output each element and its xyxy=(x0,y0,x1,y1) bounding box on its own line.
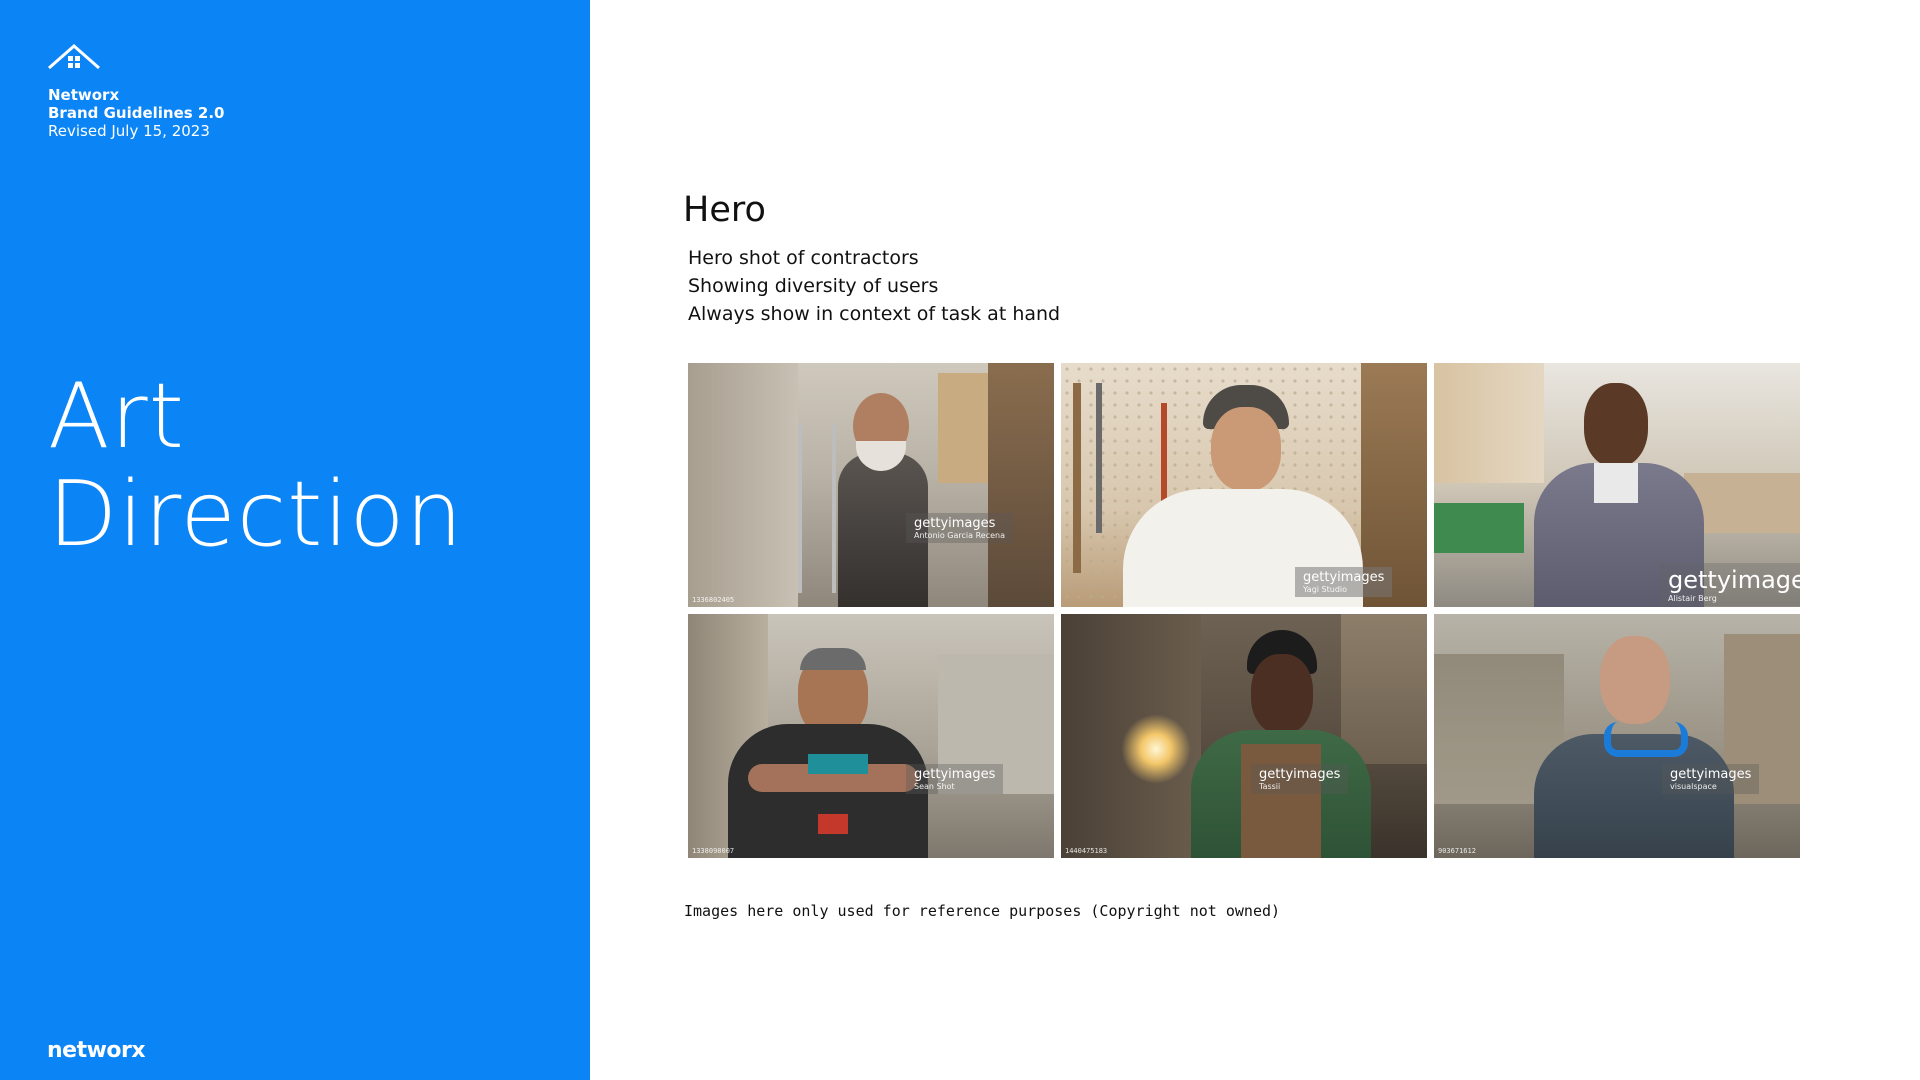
page-title: Art Direction xyxy=(48,368,464,564)
getty-watermark: gettyimages Antonio Garcia Recena xyxy=(906,513,1013,543)
guideline-item: Showing diversity of users xyxy=(688,275,939,297)
slide: Networx Brand Guidelines 2.0 Revised Jul… xyxy=(0,0,1920,1080)
getty-watermark: gettyimages Sean Shot xyxy=(906,764,1004,794)
doc-title: Brand Guidelines 2.0 xyxy=(48,104,225,122)
revision-date: Revised July 15, 2023 xyxy=(48,122,210,140)
photo-id: 903671612 xyxy=(1438,847,1476,855)
section-title: Hero xyxy=(683,190,766,230)
photo-id: 1336802405 xyxy=(692,596,735,604)
photo-contractor-3: gettyimages Alistair Berg xyxy=(1434,363,1800,607)
photo-contractor-6: gettyimages visualspace 903671612 xyxy=(1434,614,1800,858)
guideline-list: Hero shot of contractors Showing diversi… xyxy=(688,244,1813,328)
house-logo-icon xyxy=(48,44,100,70)
guideline-item: Hero shot of contractors xyxy=(688,247,919,269)
brand-name: Networx xyxy=(48,86,120,104)
sidebar-panel: Networx Brand Guidelines 2.0 Revised Jul… xyxy=(0,0,590,1080)
page-title-line-2: Direction xyxy=(48,462,464,567)
main-content: Hero Hero shot of contractors Showing di… xyxy=(683,190,1813,328)
photo-contractor-2: gettyimages Yagi Studio xyxy=(1061,363,1427,607)
guideline-item: Always show in context of task at hand xyxy=(688,303,1061,325)
photo-id: 1440475183 xyxy=(1065,847,1108,855)
copyright-footnote: Images here only used for reference purp… xyxy=(684,902,1281,920)
getty-watermark: gettyimages visualspace xyxy=(1662,764,1760,794)
getty-watermark: gettyimages Yagi Studio xyxy=(1295,567,1393,597)
page-title-line-1: Art xyxy=(48,364,185,469)
getty-watermark: gettyimages Alistair Berg xyxy=(1660,563,1800,606)
doc-header: Networx Brand Guidelines 2.0 Revised Jul… xyxy=(48,86,225,140)
photo-contractor-1: gettyimages Antonio Garcia Recena 133680… xyxy=(688,363,1054,607)
getty-watermark: gettyimages Tassii xyxy=(1251,764,1349,794)
networx-wordmark: networx xyxy=(47,1038,146,1063)
photo-id: 1338098007 xyxy=(692,847,735,855)
photo-contractor-4: gettyimages Sean Shot 1338098007 xyxy=(688,614,1054,858)
photo-contractor-5: gettyimages Tassii 1440475183 xyxy=(1061,614,1427,858)
photo-grid: gettyimages Antonio Garcia Recena 133680… xyxy=(688,363,1800,858)
